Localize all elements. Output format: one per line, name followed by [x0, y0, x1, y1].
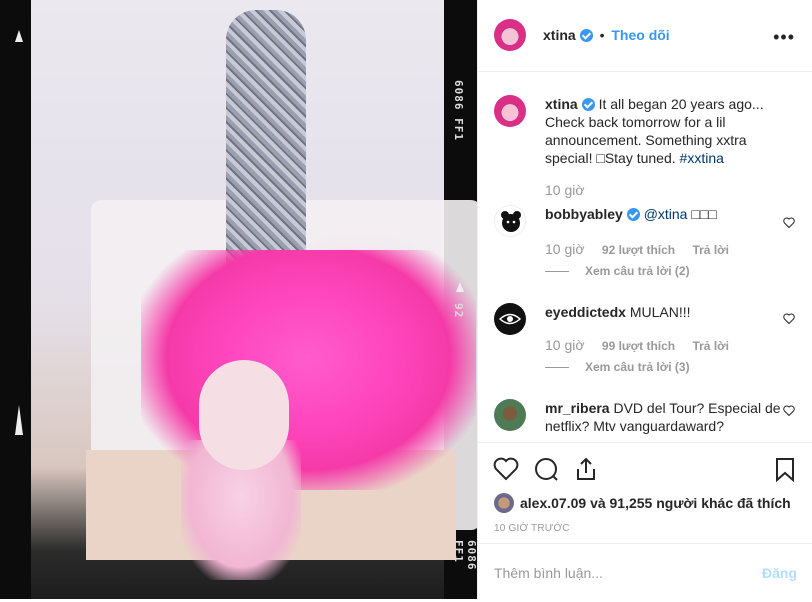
comment-time[interactable]: 10 giờ — [545, 241, 585, 257]
comment-body: MULAN!!! — [629, 304, 691, 320]
view-replies-button[interactable]: Xem câu trả lời (3) — [545, 360, 690, 374]
save-bookmark-icon[interactable] — [771, 455, 799, 483]
comment-input[interactable]: Thêm bình luận... — [494, 565, 603, 581]
like-comment-icon[interactable] — [783, 217, 795, 228]
film-strip-right: 6086 FF1 92 6086 FF1 — [445, 0, 477, 599]
caption-time[interactable]: 10 giờ — [545, 182, 585, 198]
reply-button[interactable]: Trả lời — [692, 339, 729, 353]
comment-item: mr_ribera DVD del Tour? Especial de netf… — [494, 399, 799, 442]
reply-button[interactable]: Trả lời — [692, 243, 729, 257]
comment-meta: 10 giờ 99 lượt thích Trả lời — [545, 337, 743, 353]
boots-image-region — [226, 10, 306, 290]
post-modal: 6086 FF1 92 6086 FF1 xtina • Theo dõi ••… — [0, 0, 812, 599]
comment-avatar[interactable] — [494, 303, 526, 335]
film-arrow-icon — [456, 282, 464, 292]
comment-bubble-icon[interactable] — [532, 455, 560, 483]
verified-badge-icon — [581, 98, 595, 111]
post-actions: alex.07.09 và 91,255 người khác đã thích… — [478, 442, 812, 602]
caption-text: xtina It all began 20 years ago... Check… — [545, 95, 783, 167]
comment-item: eyeddictedx MULAN!!! 10 giờ 99 lượt thíc… — [494, 303, 799, 383]
likes-rest-text[interactable]: và 91,255 người khác đã thích — [590, 495, 791, 511]
caption-meta: 10 giờ — [545, 182, 599, 198]
likes-summary: alex.07.09 và 91,255 người khác đã thích — [494, 493, 791, 513]
comment-item: bobbyabley @xtina □□□ 10 giờ 92 lượt thí… — [494, 205, 799, 285]
film-strip-left — [0, 0, 30, 599]
post-header: xtina • Theo dõi ••• — [478, 0, 812, 72]
add-comment-bar: Thêm bình luận... Đăng — [478, 543, 812, 600]
comments-list[interactable]: xtina It all began 20 years ago... Check… — [478, 72, 812, 442]
header-separator: • — [599, 27, 605, 43]
view-replies-button[interactable]: Xem câu trả lời (2) — [545, 264, 690, 278]
comment-text: mr_ribera DVD del Tour? Especial de netf… — [545, 399, 783, 435]
photo-image — [31, 0, 477, 599]
like-comment-icon[interactable] — [783, 313, 795, 324]
author-avatar[interactable] — [494, 19, 526, 51]
follow-button[interactable]: Theo dõi — [611, 27, 669, 43]
post-photo[interactable]: 6086 FF1 92 6086 FF1 — [0, 0, 477, 599]
face-image-region — [199, 360, 289, 470]
like-heart-icon[interactable] — [492, 455, 520, 483]
caption-username[interactable]: xtina — [545, 96, 578, 112]
hashtag-link[interactable]: #xxtina — [680, 150, 724, 166]
caption-avatar[interactable] — [494, 95, 526, 127]
liker-avatar[interactable] — [494, 493, 514, 513]
verified-badge-icon — [626, 208, 640, 221]
comment-avatar[interactable] — [494, 205, 526, 237]
comment-likes[interactable]: 92 lượt thích — [602, 243, 675, 257]
comment-time[interactable]: 10 giờ — [545, 337, 585, 353]
mention-link[interactable]: @xtina — [644, 206, 688, 222]
comment-username[interactable]: bobbyabley — [545, 206, 623, 222]
like-comment-icon[interactable] — [783, 405, 795, 416]
more-options-icon[interactable]: ••• — [773, 27, 795, 48]
film-arrow-icon — [15, 405, 23, 435]
comment-username[interactable]: eyeddictedx — [545, 304, 626, 320]
film-code-bottom: 6086 FF1 — [452, 540, 477, 571]
comment-username[interactable]: mr_ribera — [545, 400, 610, 416]
comment-text: bobbyabley @xtina □□□ — [545, 205, 783, 223]
comment-text: eyeddictedx MULAN!!! — [545, 303, 783, 321]
film-code-mid: 92 — [452, 303, 465, 319]
bear-icon — [501, 211, 521, 232]
comment-avatar[interactable] — [494, 399, 526, 431]
liker-username[interactable]: alex.07.09 — [520, 495, 586, 511]
post-comment-button[interactable]: Đăng — [762, 565, 797, 581]
caption-item: xtina It all began 20 years ago... Check… — [494, 95, 799, 198]
eye-logo-icon — [498, 313, 522, 325]
film-code-top: 6086 FF1 — [452, 80, 465, 141]
comment-likes[interactable]: 99 lượt thích — [602, 339, 675, 353]
comment-body: □□□ — [691, 206, 717, 222]
film-arrow-icon — [15, 30, 23, 42]
comment-meta: 10 giờ 92 lượt thích Trả lời — [545, 241, 743, 257]
verified-badge-icon — [579, 29, 593, 42]
post-side-panel: xtina • Theo dõi ••• xtina It all began … — [477, 0, 812, 599]
header-name-row: xtina • Theo dõi — [543, 27, 670, 43]
post-time-ago[interactable]: 10 GIỜ TRƯỚC — [494, 523, 570, 534]
author-username[interactable]: xtina — [543, 27, 576, 43]
share-icon[interactable] — [572, 455, 600, 483]
